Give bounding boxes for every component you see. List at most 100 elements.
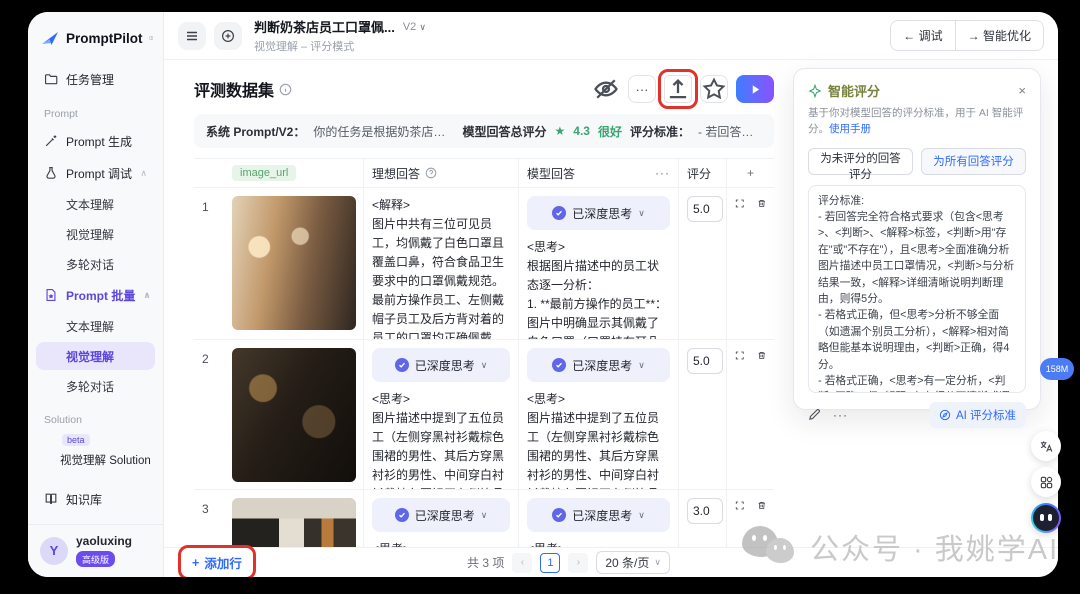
new-task-button[interactable] xyxy=(214,21,242,50)
row-image-thumbnail[interactable] xyxy=(232,196,356,330)
sidebar-item-label: 任务管理 xyxy=(66,72,115,87)
favorite-button[interactable] xyxy=(700,75,728,103)
dots-icon: ··· xyxy=(635,81,649,97)
model-answer-text: <思考> xyxy=(527,540,670,547)
apps-grid-button[interactable] xyxy=(1031,467,1061,497)
model-answer-cell: 已深度思考 ∨ <思考> 根据图片描述中的员工状态逐一分析： 1. **最前方操… xyxy=(519,188,679,339)
sidebar-item-batch-text[interactable]: 文本理解 xyxy=(36,312,155,340)
wand-icon xyxy=(45,135,57,147)
translate-icon xyxy=(1040,440,1052,452)
manual-link[interactable]: 使用手册 xyxy=(829,123,871,135)
menu-button[interactable] xyxy=(178,21,206,50)
expand-icon[interactable] xyxy=(735,498,745,513)
expand-icon[interactable] xyxy=(735,348,745,363)
column-ideal-answer[interactable]: 理想回答 xyxy=(372,165,420,182)
version-dropdown[interactable]: V2 ∨ xyxy=(403,21,426,33)
delete-icon[interactable] xyxy=(757,196,767,211)
close-icon[interactable]: × xyxy=(1018,84,1026,97)
sidebar-item-knowledge-base[interactable]: 知识库 xyxy=(36,484,155,514)
column-model-answer[interactable]: 模型回答 xyxy=(527,165,575,182)
promptpilot-logo-icon xyxy=(42,32,58,45)
sidebar-item-task-management[interactable]: 任务管理 xyxy=(36,64,155,94)
ai-compass-icon xyxy=(939,409,951,420)
deep-think-badge[interactable]: 已深度思考 ∨ xyxy=(527,498,670,532)
column-image-url[interactable]: image_url xyxy=(232,165,297,181)
add-row-button[interactable]: + 添加行 xyxy=(178,545,256,577)
next-page-button[interactable]: › xyxy=(568,552,589,573)
page-title: 评测数据集 xyxy=(194,83,275,100)
chevron-up-icon[interactable]: ∧ xyxy=(140,168,147,179)
task-title: 判断奶茶店员工口罩佩... xyxy=(254,20,395,35)
chevron-up-icon[interactable]: ∧ xyxy=(143,290,150,301)
more-actions-button[interactable]: ··· xyxy=(628,75,656,103)
extension-badge[interactable]: 158M xyxy=(1040,358,1074,380)
check-circle-icon xyxy=(552,508,567,522)
smart-optimize-button[interactable]: → 智能优化 xyxy=(954,21,1043,50)
avatar: Y xyxy=(40,536,68,565)
current-page[interactable]: 1 xyxy=(540,552,561,573)
score-input[interactable] xyxy=(687,196,723,222)
ideal-answer-cell: ∨ <解释> 图片中共有三位可见员工，均佩戴了白色口罩且覆盖口鼻，符合食品卫生要… xyxy=(364,188,519,339)
chevron-down-icon: ∨ xyxy=(654,557,661,567)
chevron-down-icon: ∨ xyxy=(419,21,426,32)
sidebar-item-prompt-batch[interactable]: Prompt 批量 ∧ xyxy=(36,280,155,310)
dataset-toolbar: ··· xyxy=(592,69,774,109)
summary-bar[interactable]: 系统 Prompt/V2： 你的任务是根据奶茶店的图片描述，判断奶茶... 模型… xyxy=(194,114,774,148)
edit-pencil-icon[interactable] xyxy=(808,408,821,421)
sidebar-item-batch-vision[interactable]: 视觉理解 xyxy=(36,342,155,370)
column-score[interactable]: 评分 xyxy=(687,165,711,182)
sidebar-item-debug-vision[interactable]: 视觉理解 xyxy=(36,220,155,248)
batch-file-icon xyxy=(46,289,56,301)
criteria-textarea[interactable]: 评分标准: - 若回答完全符合格式要求（包含<思考>、<判断>、<解释>标签，<… xyxy=(808,184,1026,393)
prev-page-button[interactable]: ‹ xyxy=(512,552,533,573)
sidebar-collapse-icon[interactable] xyxy=(148,30,154,46)
row-index: 2 xyxy=(202,352,209,366)
app-window: PromptPilot 任务管理 Prompt Prompt 生成 Prompt… xyxy=(28,12,1058,577)
add-column-button[interactable]: + xyxy=(747,166,754,180)
sidebar-item-vision-solution[interactable]: beta 视觉理解 Solution xyxy=(36,432,155,472)
debug-nav-button[interactable]: ← 调试 xyxy=(891,21,955,50)
task-subtitle: 视觉理解 – 评分模式 xyxy=(254,41,355,53)
score-input[interactable] xyxy=(687,348,723,374)
ideal-answer-cell: 已深度思考 ∨ <思考> xyxy=(364,490,519,547)
user-block[interactable]: Y yaoluxing 高级版 xyxy=(28,523,163,577)
score-all-button[interactable]: 为所有回答评分 xyxy=(921,147,1026,175)
deep-think-badge[interactable]: 已深度思考 ∨ xyxy=(372,348,510,382)
score-unscored-button[interactable]: 为未评分的回答评分 xyxy=(808,147,913,181)
assistant-button[interactable] xyxy=(1031,503,1061,533)
sidebar-item-prompt-generate[interactable]: Prompt 生成 xyxy=(36,126,155,156)
sidebar-item-debug-multiturn[interactable]: 多轮对话 xyxy=(36,250,155,278)
expand-icon[interactable] xyxy=(735,196,745,211)
flask-icon xyxy=(46,167,56,179)
row-image-thumbnail[interactable] xyxy=(232,498,356,547)
column-menu-icon[interactable]: ··· xyxy=(655,166,670,180)
deep-think-badge[interactable]: 已深度思考 ∨ xyxy=(527,196,670,230)
check-circle-icon xyxy=(394,358,409,372)
apps-grid-icon xyxy=(1040,476,1052,488)
score-input[interactable] xyxy=(687,498,723,524)
score-cell xyxy=(679,340,727,489)
user-name: yaoluxing xyxy=(76,533,133,548)
rating-star-icon: ★ xyxy=(554,124,566,138)
delete-icon[interactable] xyxy=(757,498,767,513)
score-cell xyxy=(679,490,727,547)
table-row: 1 ∨ <解释> 图片中共有三位可见员工，均佩戴了白色口罩且覆盖口鼻，符合食品卫… xyxy=(194,188,774,340)
delete-icon[interactable] xyxy=(757,348,767,363)
hide-columns-button[interactable] xyxy=(592,75,620,103)
panel-more-button[interactable]: ··· xyxy=(833,408,848,422)
page-size-select[interactable]: 20 条/页 ∨ xyxy=(596,551,670,574)
sidebar-item-batch-multiturn[interactable]: 多轮对话 xyxy=(36,372,155,400)
sidebar-item-label: 视觉理解 Solution xyxy=(60,455,151,467)
sidebar-item-prompt-debug[interactable]: Prompt 调试 ∧ xyxy=(36,158,155,188)
star-icon xyxy=(702,77,726,100)
translate-button[interactable] xyxy=(1031,431,1061,461)
upload-button[interactable] xyxy=(658,69,698,109)
row-image-thumbnail[interactable] xyxy=(232,348,356,482)
ideal-answer-cell: 已深度思考 ∨ <思考> 图片描述中提到了五位员工（左侧穿黑衬衫戴棕色围裙的男性… xyxy=(364,340,519,489)
sidebar-item-debug-text[interactable]: 文本理解 xyxy=(36,190,155,218)
deep-think-badge[interactable]: 已深度思考 ∨ xyxy=(372,498,510,532)
run-button[interactable] xyxy=(736,75,774,103)
ai-criteria-button[interactable]: AI 评分标准 xyxy=(928,401,1026,428)
deep-think-badge[interactable]: 已深度思考 ∨ xyxy=(527,348,670,382)
sidebar-section-prompt: Prompt xyxy=(44,108,78,120)
